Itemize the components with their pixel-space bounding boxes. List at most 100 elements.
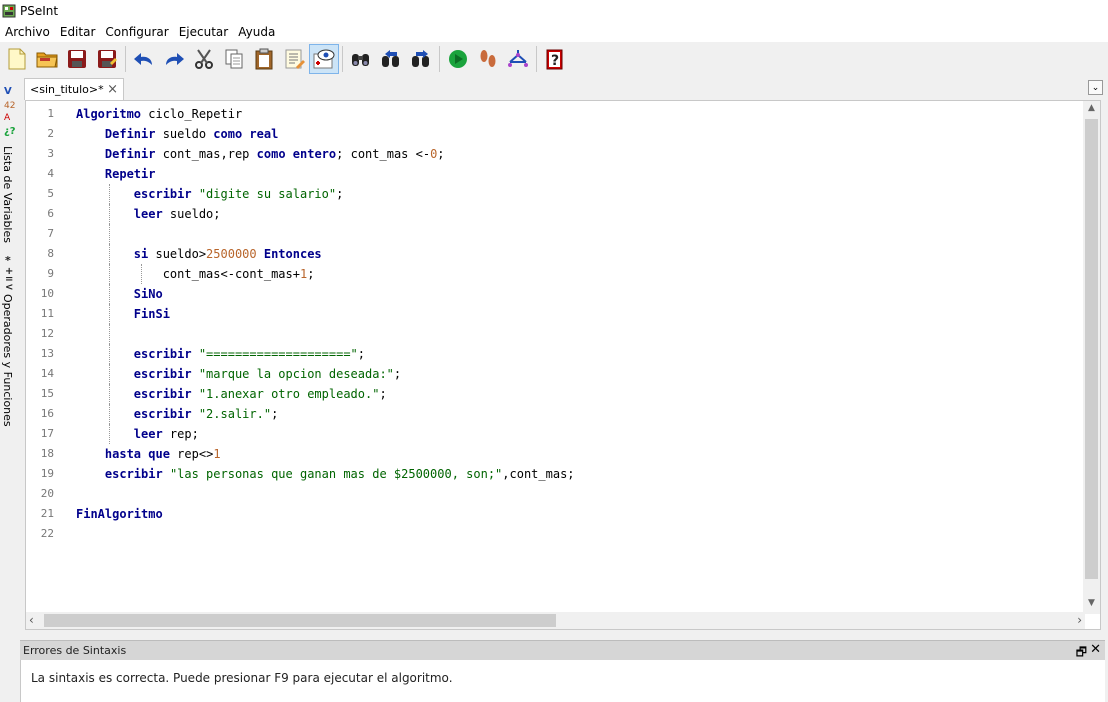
explore-vars-button[interactable] — [309, 44, 339, 74]
scroll-down-icon[interactable]: ▼ — [1083, 598, 1100, 612]
redo-icon — [166, 53, 184, 65]
line-number: 16 — [40, 407, 54, 420]
cut-icon — [195, 49, 213, 69]
copy-button[interactable] — [219, 44, 249, 74]
open-folder-icon — [36, 52, 58, 68]
step-button[interactable] — [473, 44, 503, 74]
edit-doc-icon — [285, 49, 305, 69]
title-bar: PSeInt — [0, 0, 1108, 22]
code-line: SiNo — [76, 284, 1080, 304]
line-number: 3 — [47, 147, 54, 160]
code-line: escribir "digite su salario"; — [76, 184, 1080, 204]
code-editor[interactable]: 1 2 3 4 5 6 7 8 9 10 11 12 13 14 15 16 1… — [25, 100, 1101, 630]
horizontal-scroll-thumb[interactable] — [44, 614, 556, 627]
redo-button[interactable] — [159, 44, 189, 74]
open-button[interactable] — [32, 44, 62, 74]
syntax-errors-title: Errores de Sintaxis — [23, 644, 127, 657]
code-line: cont_mas<-cont_mas+1; — [76, 264, 1080, 284]
undo-icon — [134, 53, 152, 65]
code-line: Definir sueldo como real — [104, 127, 279, 141]
close-panel-icon[interactable]: ✕ — [1090, 642, 1101, 657]
paste-icon — [255, 48, 273, 70]
operators-icon: * + = < — [5, 254, 13, 290]
variables-list-tab[interactable]: Lista de Variables — [1, 146, 14, 243]
save-button[interactable] — [62, 44, 92, 74]
scroll-up-icon[interactable]: ▲ — [1083, 103, 1100, 117]
find-button[interactable] — [346, 44, 376, 74]
line-number: 1 — [47, 107, 54, 120]
line-number-gutter: 1 2 3 4 5 6 7 8 9 10 11 12 13 14 15 16 1… — [26, 104, 66, 544]
scroll-right-icon[interactable]: › — [1077, 612, 1082, 629]
toolbar-separator — [536, 46, 537, 72]
toolbar: ? — [0, 42, 1108, 76]
line-number: 14 — [40, 367, 54, 380]
toolbar-separator — [125, 46, 126, 72]
code-line: si sueldo>2500000 Entonces — [76, 244, 1080, 264]
code-area[interactable]: Algoritmo ciclo_Repetir Definir sueldo c… — [76, 104, 1080, 544]
operators-functions-tab[interactable]: Operadores y Funciones — [1, 294, 14, 427]
toolbar-separator — [342, 46, 343, 72]
vertical-scroll-thumb[interactable] — [1085, 119, 1098, 579]
line-number: 6 — [47, 207, 54, 220]
svg-text:?: ? — [551, 53, 559, 69]
toolbar-separator — [439, 46, 440, 72]
syntax-errors-panel: La sintaxis es correcta. Puede presionar… — [20, 660, 1105, 702]
menu-ejecutar[interactable]: Ejecutar — [174, 22, 234, 42]
line-number: 13 — [40, 347, 54, 360]
menu-editar[interactable]: Editar — [55, 22, 101, 42]
find-next-icon — [412, 50, 429, 67]
svg-text:V: V — [4, 86, 12, 97]
line-number: 7 — [47, 227, 54, 240]
svg-text:¿?: ¿? — [4, 126, 16, 137]
code-line — [76, 324, 1080, 344]
vertical-scrollbar[interactable]: ▲ ▼ — [1083, 101, 1100, 614]
help-icon: ? — [546, 49, 563, 70]
line-number: 18 — [40, 447, 54, 460]
menu-configurar[interactable]: Configurar — [100, 22, 173, 42]
line-number: 10 — [40, 287, 54, 300]
line-number: 12 — [40, 327, 54, 340]
run-icon — [449, 50, 467, 68]
code-line: escribir "===================="; — [76, 344, 1080, 364]
code-line: escribir "las personas que ganan mas de … — [104, 467, 575, 481]
variables-icon: V 42 A ¿? — [4, 86, 16, 137]
tab-list-dropdown-button[interactable]: ⌄ — [1088, 80, 1103, 95]
tab-sin-titulo[interactable]: <sin_titulo>* × — [24, 78, 124, 100]
find-prev-icon — [382, 50, 399, 67]
line-number: 20 — [40, 487, 54, 500]
menu-archivo[interactable]: Archivo — [0, 22, 55, 42]
menu-ayuda[interactable]: Ayuda — [233, 22, 280, 42]
svg-text:<: < — [5, 282, 13, 290]
step-icon — [480, 50, 496, 67]
svg-text:42: 42 — [4, 101, 15, 111]
code-line: escribir "1.anexar otro empleado."; — [76, 384, 1080, 404]
undo-button[interactable] — [129, 44, 159, 74]
tab-close-icon[interactable]: × — [107, 82, 118, 97]
code-line: Definir cont_mas,rep como entero; cont_m… — [104, 147, 445, 161]
flowchart-button[interactable] — [503, 44, 533, 74]
code-line: FinAlgoritmo — [76, 507, 163, 521]
cut-button[interactable] — [189, 44, 219, 74]
edit-doc-button[interactable] — [279, 44, 309, 74]
find-prev-button[interactable] — [376, 44, 406, 74]
scroll-left-icon[interactable]: ‹ — [29, 612, 34, 629]
new-file-button[interactable] — [2, 44, 32, 74]
svg-text:A: A — [4, 113, 11, 123]
save-as-button[interactable] — [92, 44, 122, 74]
line-number: 2 — [47, 127, 54, 140]
code-line: escribir "marque la opcion deseada:"; — [76, 364, 1080, 384]
find-next-button[interactable] — [406, 44, 436, 74]
help-button[interactable]: ? — [540, 44, 570, 74]
code-line: leer rep; — [76, 424, 1080, 444]
horizontal-scrollbar[interactable]: ‹ › — [26, 612, 1085, 629]
run-button[interactable] — [443, 44, 473, 74]
save-as-icon — [98, 50, 117, 68]
line-number: 11 — [40, 307, 54, 320]
code-line — [76, 224, 1080, 244]
paste-button[interactable] — [249, 44, 279, 74]
line-number: 8 — [47, 247, 54, 260]
save-icon — [68, 50, 86, 68]
code-line: Repetir — [104, 167, 156, 181]
